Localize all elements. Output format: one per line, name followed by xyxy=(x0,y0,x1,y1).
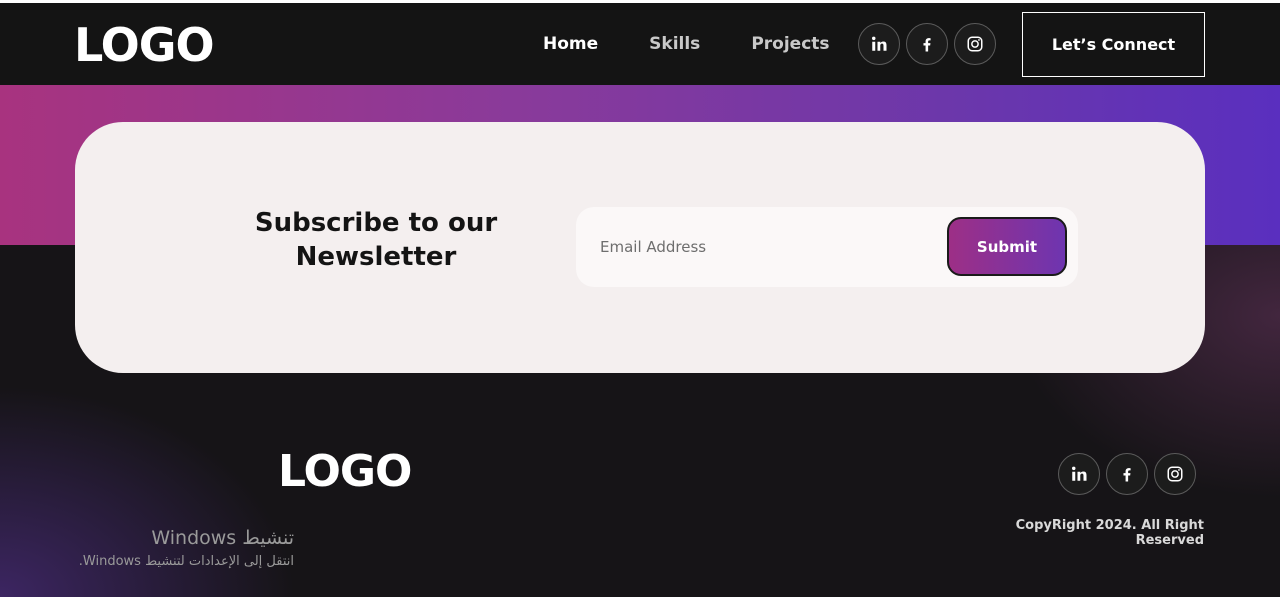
submit-button[interactable]: Submit xyxy=(947,217,1067,276)
footer-linkedin-button[interactable] xyxy=(1058,453,1100,495)
newsletter-title-line1: Subscribe to our xyxy=(254,208,498,238)
header-instagram-button[interactable] xyxy=(954,23,996,65)
linkedin-icon xyxy=(1072,466,1087,481)
instagram-icon xyxy=(1167,466,1183,482)
footer-social-links xyxy=(1058,453,1202,495)
instagram-icon xyxy=(967,36,983,52)
lets-connect-button[interactable]: Let’s Connect xyxy=(1022,12,1205,77)
header-logo[interactable]: LOGO xyxy=(74,17,215,73)
nav-link-skills[interactable]: Skills xyxy=(649,33,700,55)
windows-activation-title: تنشيط Windows xyxy=(151,527,294,549)
footer-instagram-button[interactable] xyxy=(1154,453,1196,495)
nav-link-home[interactable]: Home xyxy=(543,33,598,55)
facebook-icon xyxy=(1123,468,1131,482)
email-address-input[interactable] xyxy=(600,232,930,262)
linkedin-icon xyxy=(872,36,887,51)
facebook-icon xyxy=(923,38,931,52)
header-social-links xyxy=(858,23,1002,65)
header-facebook-button[interactable] xyxy=(906,23,948,65)
navbar: LOGO Home Skills Projects Let’s Connect xyxy=(0,3,1280,85)
footer-logo[interactable]: LOGO xyxy=(278,444,412,500)
header-linkedin-button[interactable] xyxy=(858,23,900,65)
newsletter-title-line2: Newsletter xyxy=(295,242,457,272)
copyright-text: CopyRight 2024. All Right Reserved xyxy=(1015,518,1204,548)
nav-link-projects[interactable]: Projects xyxy=(751,33,829,55)
footer-facebook-button[interactable] xyxy=(1106,453,1148,495)
newsletter-title: Subscribe to our Newsletter xyxy=(240,206,512,274)
windows-activation-subtitle: انتقل إلى الإعدادات لتنشيط Windows. xyxy=(78,554,294,569)
main-nav: Home Skills Projects xyxy=(543,33,881,55)
